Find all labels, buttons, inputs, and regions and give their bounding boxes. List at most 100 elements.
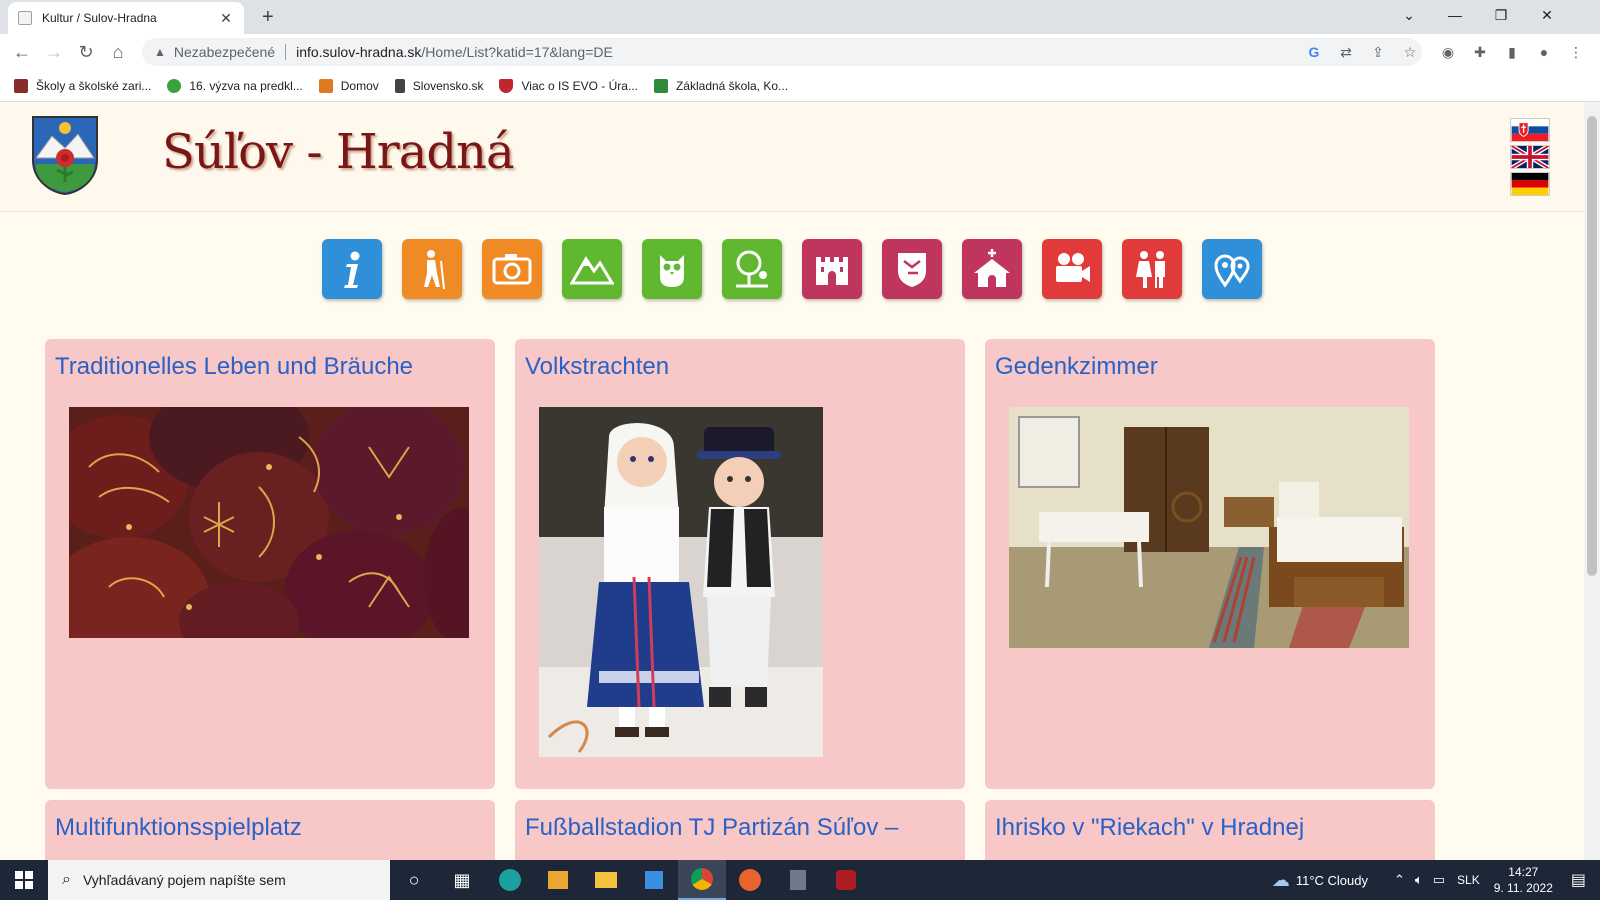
film-camera-icon — [1056, 253, 1090, 282]
reload-icon[interactable]: ↻ — [74, 40, 98, 64]
card-title[interactable]: Multifunktionsspielplatz — [55, 814, 302, 842]
address-separator — [285, 44, 287, 60]
locations-category-button[interactable] — [1202, 239, 1262, 299]
mountains-category-button[interactable] — [562, 239, 622, 299]
card-football-stadium[interactable]: Fußballstadion TJ Partizán Súľov – — [515, 800, 965, 860]
bookmark-item[interactable]: 16. výzva na predkl... — [167, 78, 303, 93]
clock[interactable]: 14:27 9. 11. 2022 — [1494, 864, 1553, 896]
start-button[interactable] — [0, 860, 48, 900]
tab-strip: Kultur / Sulov-Hradna ✕ + ⌄ — ❐ ✕ — [0, 0, 1600, 34]
card-title[interactable]: Fußballstadion TJ Partizán Súľov – — [525, 814, 898, 842]
store-icon[interactable] — [630, 860, 678, 900]
cloud-weather-icon[interactable]: ☁ — [1272, 870, 1290, 891]
web-page: Súľov - Hradná Traditionelles Leben und … — [0, 102, 1584, 860]
forward-arrow-icon[interactable]: → — [42, 40, 66, 64]
google-icon[interactable]: G — [1304, 42, 1324, 62]
bookmark-favicon-icon — [653, 78, 668, 93]
bookmark-item[interactable]: Školy a školské zari... — [14, 78, 151, 93]
card-folk-costumes[interactable]: Volkstrachten — [515, 339, 965, 789]
castle-category-button[interactable] — [802, 239, 862, 299]
site-title[interactable]: Súľov - Hradná — [162, 124, 515, 180]
slovak-flag-icon[interactable] — [1510, 118, 1550, 142]
uk-flag-icon[interactable] — [1510, 145, 1550, 169]
browser-tab-active[interactable]: Kultur / Sulov-Hradna ✕ — [8, 2, 244, 34]
file-explorer-icon[interactable] — [582, 860, 630, 900]
card-memorial-room[interactable]: Gedenkzimmer — [985, 339, 1435, 789]
card-title[interactable]: Gedenkzimmer — [995, 353, 1158, 381]
folk-costume-dolls-photo[interactable] — [539, 407, 823, 757]
restore-button[interactable]: ❐ — [1478, 0, 1524, 30]
nature-category-button[interactable] — [642, 239, 702, 299]
minimize-button[interactable]: — — [1432, 0, 1478, 30]
folk-couple-icon — [1136, 251, 1165, 288]
site-header: Súľov - Hradná — [0, 102, 1584, 212]
extensions-puzzle-icon[interactable]: ✚ — [1470, 42, 1490, 62]
profile-avatar-icon[interactable]: ● — [1534, 42, 1554, 62]
new-tab-button[interactable]: + — [262, 6, 274, 28]
card-riekach-playground[interactable]: Ihrisko v "Riekach" v Hradnej — [985, 800, 1435, 860]
system-tray: ☁ 11°C Cloudy ⌃ 🔈︎ ▭ SLK 14:27 9. 11. 20… — [1272, 860, 1600, 900]
easter-eggs-photo[interactable] — [69, 407, 469, 638]
film-category-button[interactable] — [1042, 239, 1102, 299]
address-bar[interactable]: ▲ Nezabezpečené info.sulov-hradna.sk /Ho… — [142, 38, 1422, 66]
tab-title: Kultur / Sulov-Hradna — [42, 11, 157, 25]
url-path[interactable]: /Home/List?katid=17&lang=DE — [421, 44, 612, 60]
card-title[interactable]: Volkstrachten — [525, 353, 669, 381]
bookmark-item[interactable]: Viac o IS EVO - Úra... — [499, 78, 638, 93]
input-language[interactable]: SLK — [1457, 873, 1480, 887]
warning-triangle-icon[interactable]: ▲ — [154, 45, 166, 59]
german-flag-icon[interactable] — [1510, 172, 1550, 196]
page-scrollbar[interactable] — [1584, 102, 1600, 860]
clock-time: 14:27 — [1508, 865, 1539, 879]
card-title[interactable]: Traditionelles Leben und Bräuche — [55, 353, 413, 381]
bookmark-star-icon[interactable]: ☆ — [1400, 42, 1420, 62]
home-icon[interactable]: ⌂ — [106, 40, 130, 64]
photo-category-button[interactable] — [482, 239, 542, 299]
extension-circle-icon[interactable]: ◉ — [1438, 42, 1458, 62]
card-title[interactable]: Ihrisko v "Riekach" v Hradnej — [995, 814, 1304, 842]
info-icon — [344, 251, 360, 288]
hiker-icon — [424, 250, 445, 290]
speaker-icon[interactable]: 🔈︎ — [1415, 872, 1423, 888]
app-red-icon[interactable] — [822, 860, 870, 900]
bookmark-item[interactable]: Domov — [318, 78, 379, 93]
edge-browser-icon[interactable] — [486, 860, 534, 900]
municipality-crest-icon[interactable] — [30, 114, 100, 196]
card-traditional-life[interactable]: Traditionelles Leben und Bräuche — [45, 339, 495, 789]
card-playground[interactable]: Multifunktionsspielplatz — [45, 800, 495, 860]
tray-chevron-icon[interactable]: ⌃ — [1394, 872, 1405, 888]
chrome-browser-icon[interactable] — [678, 860, 726, 900]
close-window-button[interactable]: ✕ — [1524, 0, 1570, 30]
firefox-icon[interactable] — [726, 860, 774, 900]
heraldry-category-button[interactable] — [882, 239, 942, 299]
windows-logo-icon — [15, 871, 33, 889]
notifications-icon[interactable]: ▤ — [1571, 870, 1586, 890]
church-category-button[interactable] — [962, 239, 1022, 299]
bookmark-item[interactable]: Slovensko.sk — [394, 78, 483, 93]
media-player-icon[interactable] — [534, 860, 582, 900]
tab-search-chevron-icon[interactable]: ⌄ — [1386, 0, 1432, 30]
security-label[interactable]: Nezabezpečené — [174, 44, 275, 60]
hiking-category-button[interactable] — [402, 239, 462, 299]
side-panel-icon[interactable]: ▮ — [1502, 42, 1522, 62]
trees-category-button[interactable] — [722, 239, 782, 299]
network-icon[interactable]: ▭ — [1433, 872, 1445, 888]
bookmark-item[interactable]: Základná škola, Ko... — [653, 78, 788, 93]
folklore-category-button[interactable] — [1122, 239, 1182, 299]
translate-icon[interactable]: ⇄ — [1336, 42, 1356, 62]
bookmark-favicon-icon — [318, 78, 333, 93]
share-icon[interactable]: ⇪ — [1368, 42, 1388, 62]
memorial-room-photo[interactable] — [1009, 407, 1409, 648]
calculator-icon[interactable] — [774, 860, 822, 900]
menu-kebab-icon[interactable]: ⋮ — [1566, 42, 1586, 62]
search-placeholder: Vyhľadávaný pojem napíšte sem — [82, 872, 286, 888]
info-category-button[interactable] — [322, 239, 382, 299]
taskbar-search-box[interactable]: ⌕ Vyhľadávaný pojem napíšte sem — [48, 860, 390, 900]
scrollbar-thumb[interactable] — [1587, 116, 1597, 576]
cortana-icon[interactable]: ○ — [390, 860, 438, 900]
task-view-icon[interactable]: ▦ — [438, 860, 486, 900]
tab-close-icon[interactable]: ✕ — [218, 10, 234, 27]
url-host[interactable]: info.sulov-hradna.sk — [296, 44, 421, 60]
back-arrow-icon[interactable]: ← — [10, 40, 34, 64]
weather-text[interactable]: 11°C Cloudy — [1296, 873, 1368, 888]
